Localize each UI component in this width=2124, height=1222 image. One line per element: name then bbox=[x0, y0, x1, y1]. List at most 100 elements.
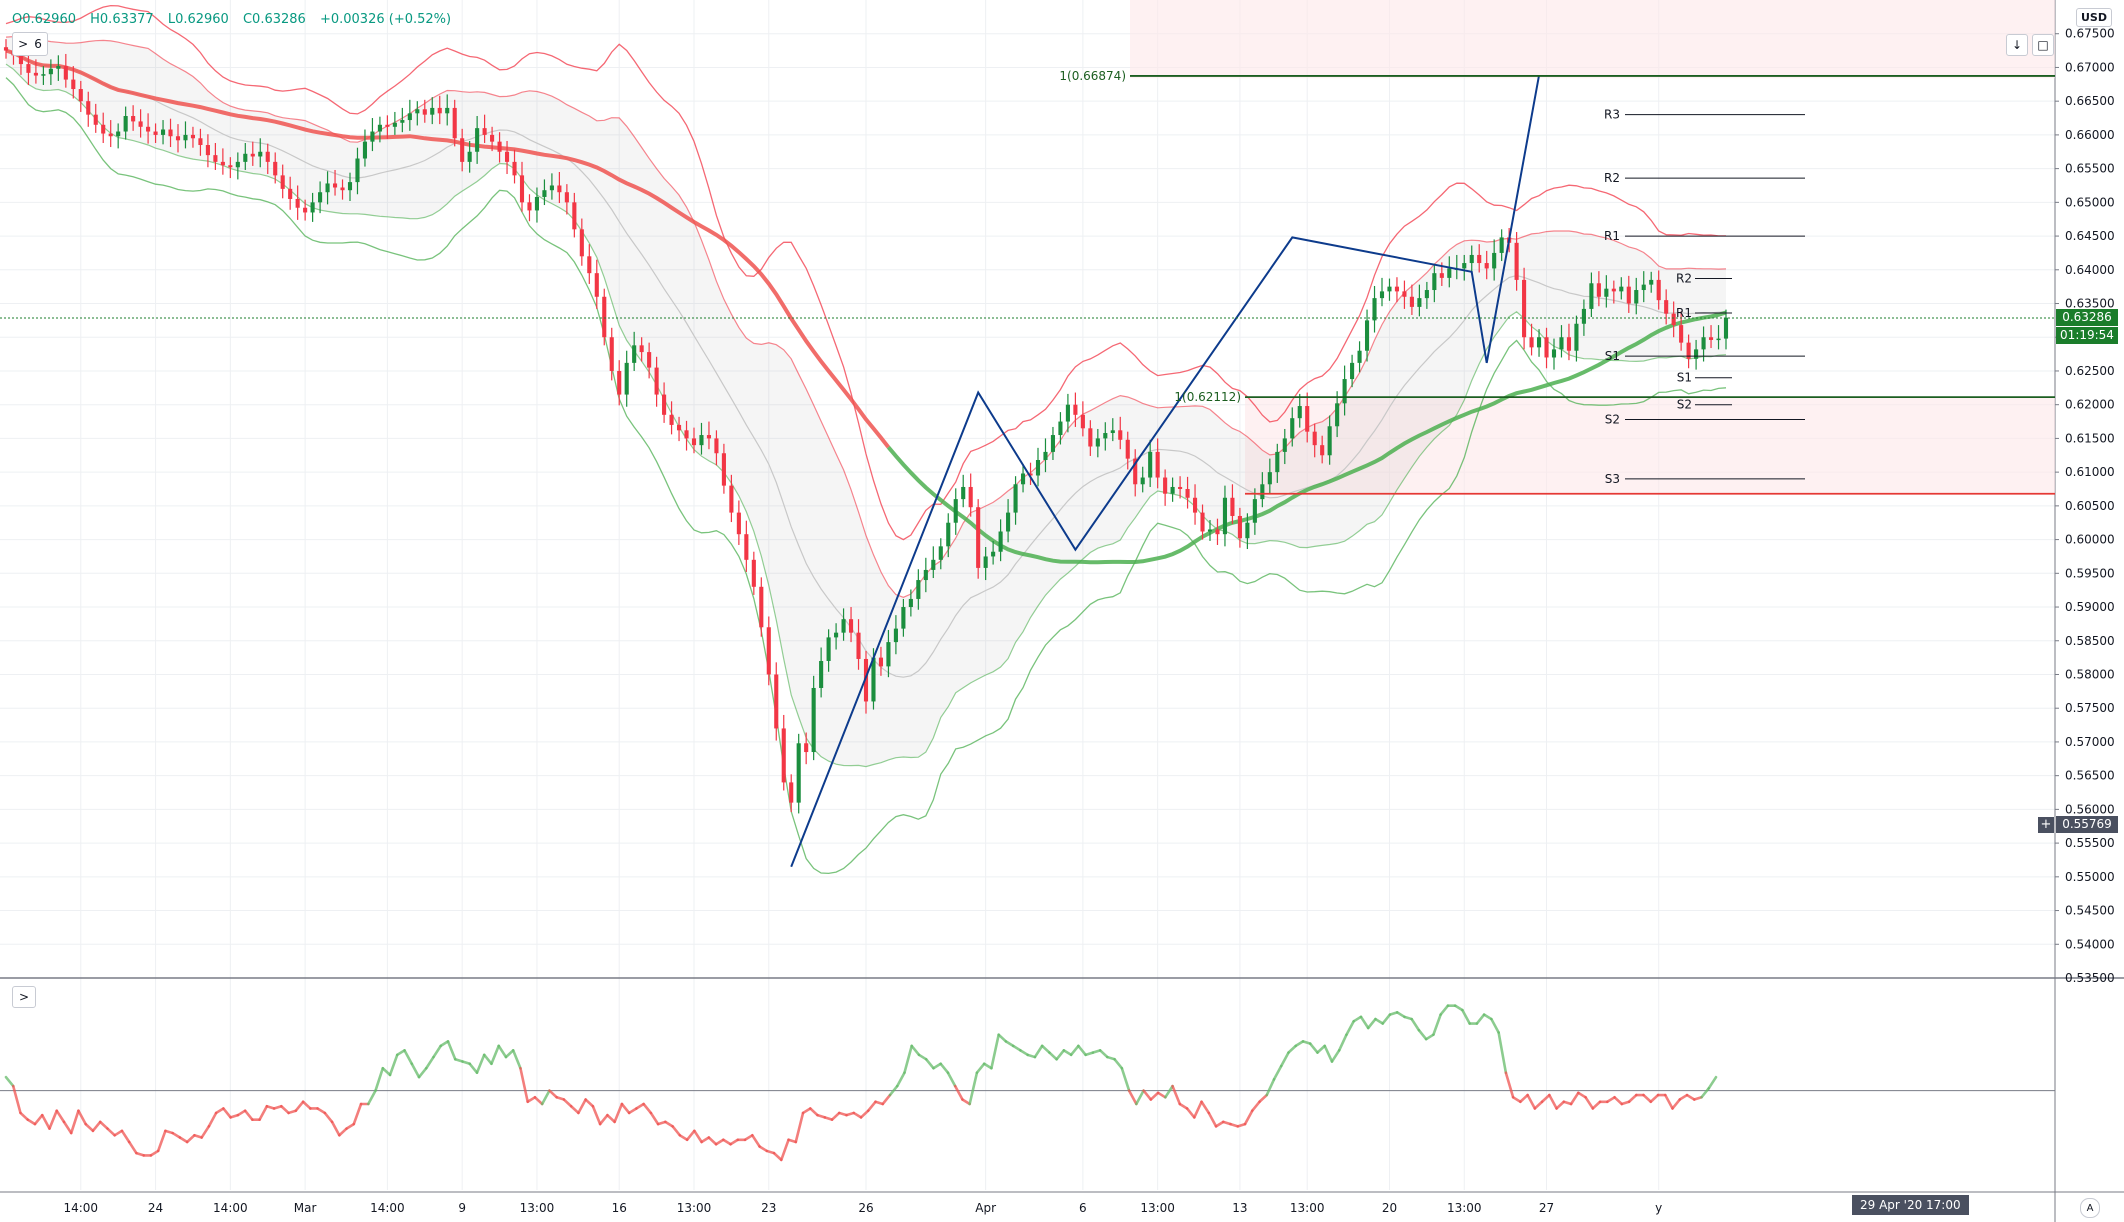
oscillator-segment bbox=[1497, 1031, 1508, 1075]
candle-body bbox=[1237, 515, 1242, 539]
add-alert-button[interactable]: + bbox=[2038, 816, 2054, 833]
candle-body bbox=[1013, 484, 1018, 513]
candle-body bbox=[355, 158, 360, 183]
candle-body bbox=[71, 79, 76, 90]
oscillator-segment bbox=[779, 1138, 790, 1162]
candle-body bbox=[475, 128, 480, 152]
candle-body bbox=[175, 136, 181, 141]
candle-body bbox=[1342, 379, 1347, 404]
y-tick-label: 0.62500 bbox=[2065, 364, 2115, 378]
candle-body bbox=[362, 141, 368, 159]
candle-body bbox=[1492, 252, 1497, 269]
pivot-label: R2 bbox=[1604, 171, 1620, 185]
candle-body bbox=[1335, 403, 1340, 427]
oscillator-segment bbox=[127, 1140, 138, 1155]
candle-body bbox=[549, 185, 554, 191]
oscillator-segment bbox=[1048, 1051, 1058, 1061]
oscillator-segment bbox=[1135, 1089, 1145, 1106]
oscillator-segment bbox=[156, 1129, 167, 1153]
oscillator-segment bbox=[997, 1033, 1008, 1043]
candle-body bbox=[617, 370, 622, 395]
y-tick-label: 0.55500 bbox=[2065, 836, 2115, 850]
oscillator-segment bbox=[685, 1129, 696, 1142]
oscillator-segment bbox=[207, 1111, 218, 1128]
candle-body bbox=[1589, 283, 1594, 309]
x-tick-label: 23 bbox=[761, 1201, 776, 1215]
oscillator-toggle-button[interactable]: > bbox=[12, 986, 36, 1008]
oscillator-segment bbox=[185, 1133, 196, 1144]
auto-scale-button[interactable]: A bbox=[2080, 1198, 2100, 1218]
candle-body bbox=[392, 122, 397, 127]
candle-body bbox=[1574, 323, 1579, 351]
candle-body bbox=[519, 175, 525, 203]
candle-body bbox=[138, 121, 143, 127]
last-price-tag: 0.63286 bbox=[2056, 308, 2118, 326]
oscillator-segment bbox=[866, 1100, 877, 1113]
candle-body bbox=[86, 101, 91, 115]
oscillator-segment bbox=[417, 1066, 428, 1079]
close-value: C0.63286 bbox=[242, 12, 306, 27]
oscillator-segment bbox=[468, 1062, 479, 1075]
pivot-label-small: S1 bbox=[1677, 371, 1692, 385]
oscillator-segment bbox=[106, 1127, 116, 1137]
candle-body bbox=[826, 637, 831, 661]
high-value: H0.63377 bbox=[90, 12, 154, 27]
candle-body bbox=[811, 687, 816, 753]
candle-body bbox=[295, 198, 300, 208]
oscillator-segment bbox=[1591, 1100, 1602, 1110]
candle-body bbox=[542, 190, 547, 197]
oscillator-segment bbox=[968, 1071, 979, 1106]
candle-body bbox=[1447, 268, 1452, 278]
candle-body bbox=[400, 120, 405, 123]
oscillator-segment bbox=[1337, 1033, 1348, 1052]
oscillator-segment bbox=[1366, 1017, 1377, 1030]
candle-body bbox=[1634, 290, 1639, 304]
candle-body bbox=[714, 438, 719, 454]
oscillator-segment bbox=[294, 1100, 305, 1113]
x-tick-label: 13:00 bbox=[677, 1201, 712, 1215]
oscillator-segment bbox=[548, 1089, 558, 1099]
candle-body bbox=[931, 559, 936, 570]
oscillator-segment bbox=[84, 1122, 95, 1133]
oscillator-segment bbox=[1323, 1044, 1334, 1063]
chevron-right-icon: > bbox=[18, 990, 30, 1004]
fullscreen-button[interactable]: □ bbox=[2032, 34, 2054, 56]
oscillator-segment bbox=[1504, 1071, 1515, 1099]
currency-label[interactable]: USD bbox=[2076, 8, 2112, 27]
y-tick-label: 0.53500 bbox=[2065, 971, 2115, 985]
oscillator-segment bbox=[1569, 1091, 1580, 1106]
y-tick-label: 0.54000 bbox=[2065, 937, 2115, 951]
countdown-tag: 01:19:54 bbox=[2056, 326, 2118, 344]
oscillator-segment bbox=[1642, 1093, 1653, 1104]
oscillator-segment bbox=[1330, 1049, 1341, 1063]
candle-body bbox=[1424, 290, 1429, 299]
candle-body bbox=[676, 424, 682, 431]
oscillator-segment bbox=[352, 1102, 363, 1126]
oscillator-segment bbox=[540, 1089, 551, 1106]
indicator-toggle-button[interactable]: > 6 bbox=[12, 32, 48, 56]
candle-body bbox=[983, 556, 988, 568]
oscillator-segment bbox=[323, 1111, 334, 1124]
oscillator-segment bbox=[403, 1049, 414, 1066]
price-chart[interactable]: 1(0.66874) 1(0.62112) R3 R2 R1 S1 S2 S3 R2 R1 S1 S… bbox=[0, 0, 2124, 1222]
candle-body bbox=[1252, 499, 1257, 523]
candle-body bbox=[93, 114, 98, 125]
oscillator-segment bbox=[1613, 1095, 1624, 1106]
oscillator-segment bbox=[1432, 1013, 1442, 1037]
candle-body bbox=[123, 116, 128, 132]
candle-body bbox=[497, 141, 502, 152]
candle-body bbox=[1581, 308, 1586, 324]
candle-body bbox=[848, 619, 854, 633]
oscillator-segment bbox=[432, 1044, 443, 1059]
scroll-down-button[interactable]: ↓ bbox=[2006, 34, 2028, 56]
candle-body bbox=[744, 534, 749, 560]
oscillator-segment bbox=[243, 1109, 254, 1121]
indicator-count: 6 bbox=[34, 37, 42, 51]
candle-body bbox=[168, 129, 173, 137]
candle-body bbox=[385, 124, 390, 127]
oscillator-segment bbox=[1417, 1028, 1428, 1041]
oscillator-segment bbox=[830, 1111, 841, 1121]
candle-body bbox=[564, 192, 569, 203]
oscillator-segment bbox=[381, 1066, 392, 1077]
candle-body bbox=[512, 161, 517, 176]
